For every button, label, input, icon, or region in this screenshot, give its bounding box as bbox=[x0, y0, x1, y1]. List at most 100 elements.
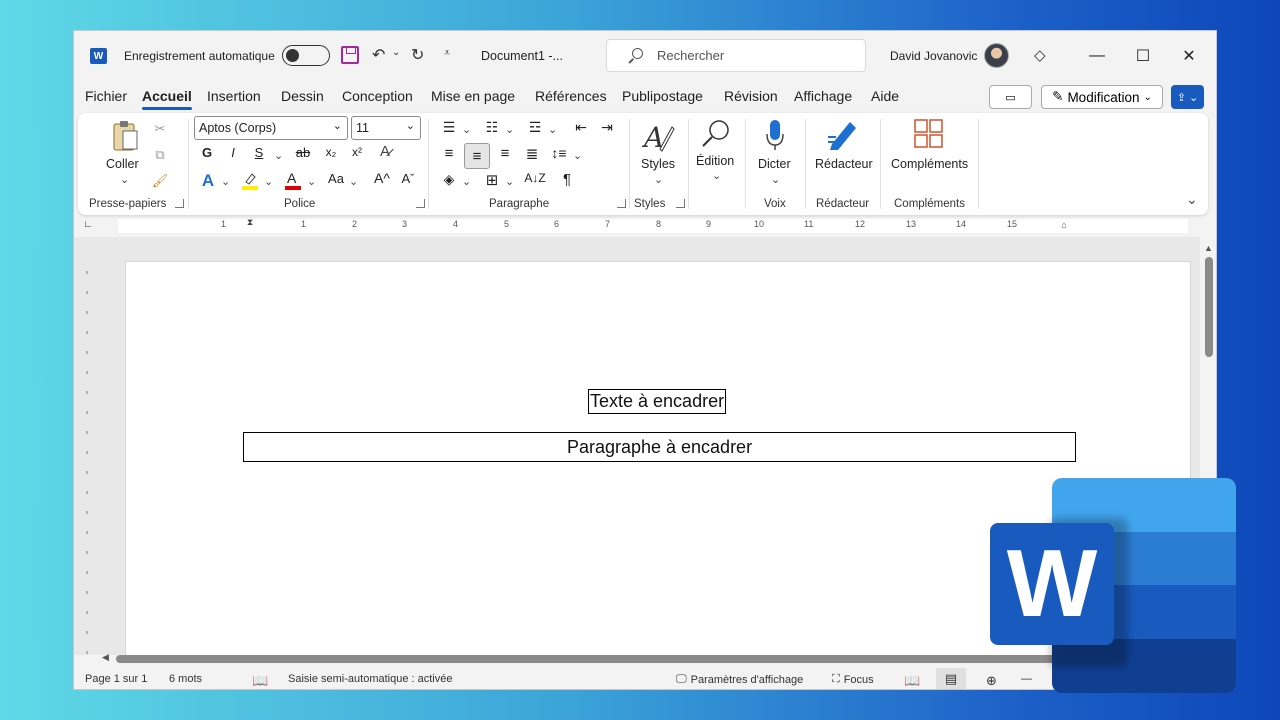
clipboard-launcher-icon[interactable] bbox=[175, 199, 184, 208]
numbering-dropdown-icon[interactable]: ⌄ bbox=[505, 123, 514, 136]
tab-aide[interactable]: Aide bbox=[871, 88, 899, 104]
undo-icon[interactable]: ↶ bbox=[372, 45, 385, 65]
paste-label[interactable]: Coller bbox=[106, 157, 139, 171]
text-effects-dropdown-icon[interactable]: ⌄ bbox=[221, 175, 230, 188]
highlight-dropdown-icon[interactable]: ⌄ bbox=[264, 175, 273, 188]
increase-indent-icon[interactable]: ⇥ bbox=[596, 119, 618, 136]
underline-button[interactable]: S bbox=[250, 145, 268, 160]
shading-dropdown-icon[interactable]: ⌄ bbox=[462, 175, 471, 188]
sort-icon[interactable]: A↓Z bbox=[524, 171, 546, 185]
shrink-font-icon[interactable]: Aˇ bbox=[398, 171, 418, 186]
tab-accueil[interactable]: Accueil bbox=[142, 88, 192, 110]
minimize-icon[interactable]: — bbox=[1074, 41, 1120, 71]
ribbon-expand-chevron-icon[interactable]: ⌄ bbox=[1186, 191, 1198, 208]
shading-icon[interactable]: ◈ bbox=[438, 171, 460, 188]
align-left-icon[interactable]: ≡ bbox=[438, 145, 460, 162]
underline-dropdown-icon[interactable]: ⌄ bbox=[274, 149, 283, 162]
editing-label[interactable]: Édition bbox=[696, 154, 734, 168]
undo-dropdown-icon[interactable]: ⌄ bbox=[392, 47, 400, 58]
align-right-icon[interactable]: ≡ bbox=[494, 145, 516, 162]
styles-dropdown-icon[interactable]: ⌄ bbox=[654, 173, 663, 186]
tab-selector-icon[interactable]: ∟ bbox=[82, 219, 94, 230]
multilevel-dropdown-icon[interactable]: ⌄ bbox=[548, 123, 557, 136]
show-formatting-icon[interactable]: ¶ bbox=[556, 171, 578, 188]
change-case-dropdown-icon[interactable]: ⌄ bbox=[349, 175, 358, 188]
find-icon[interactable] bbox=[698, 117, 734, 151]
tab-dessin[interactable]: Dessin bbox=[281, 88, 324, 104]
bullets-dropdown-icon[interactable]: ⌄ bbox=[462, 123, 471, 136]
addins-icon[interactable] bbox=[914, 119, 944, 149]
focus-button[interactable]: ⛶ Focus bbox=[832, 673, 874, 686]
display-settings-button[interactable]: 🖵 Paramètres d'affichage bbox=[676, 673, 803, 686]
decrease-indent-icon[interactable]: ⇤ bbox=[570, 119, 592, 136]
line-spacing-icon[interactable]: ↕≡ bbox=[548, 145, 570, 161]
styles-icon[interactable]: A bbox=[642, 119, 676, 155]
autosave-toggle[interactable] bbox=[282, 45, 330, 66]
scroll-up-icon[interactable]: ▲ bbox=[1204, 243, 1213, 253]
maximize-icon[interactable]: ☐ bbox=[1120, 41, 1166, 71]
comments-button[interactable]: ▭ bbox=[989, 85, 1032, 109]
user-avatar[interactable] bbox=[984, 43, 1009, 68]
line-spacing-dropdown-icon[interactable]: ⌄ bbox=[573, 149, 582, 162]
editing-mode-button[interactable]: ✎ Modification ⌄ bbox=[1041, 85, 1163, 109]
clear-formatting-icon[interactable]: A̷ bbox=[374, 143, 396, 160]
proofing-book-icon[interactable]: 📖 bbox=[252, 673, 268, 689]
text-effects-icon[interactable]: A bbox=[198, 171, 218, 191]
bold-button[interactable]: G bbox=[198, 145, 216, 160]
styles-label[interactable]: Styles bbox=[641, 157, 675, 171]
user-name[interactable]: David Jovanovic bbox=[890, 49, 977, 63]
format-painter-icon[interactable]: 🖌 bbox=[150, 171, 170, 191]
editing-dropdown-icon[interactable]: ⌄ bbox=[712, 169, 721, 182]
align-center-icon[interactable]: ≡ bbox=[464, 143, 490, 169]
bullets-icon[interactable]: ☰ bbox=[438, 119, 460, 136]
superscript-button[interactable]: x² bbox=[348, 145, 366, 159]
tab-fichier[interactable]: Fichier bbox=[85, 88, 127, 104]
font-name-select[interactable]: Aptos (Corps) bbox=[194, 116, 348, 140]
autocomplete-status[interactable]: Saisie semi-automatique : activée bbox=[288, 673, 452, 685]
font-color-dropdown-icon[interactable]: ⌄ bbox=[307, 175, 316, 188]
paragraph-launcher-icon[interactable] bbox=[617, 199, 626, 208]
word-count[interactable]: 6 mots bbox=[169, 673, 202, 685]
multilevel-list-icon[interactable]: ☲ bbox=[524, 119, 546, 136]
dictate-label[interactable]: Dicter bbox=[758, 157, 791, 171]
borders-icon[interactable]: ⊞ bbox=[481, 171, 503, 189]
ruler-track[interactable] bbox=[118, 219, 1188, 233]
vertical-ruler[interactable] bbox=[80, 261, 94, 661]
change-case-button[interactable]: Aa bbox=[325, 171, 347, 186]
font-color-icon[interactable]: A bbox=[283, 169, 303, 191]
addins-label[interactable]: Compléments bbox=[891, 157, 968, 171]
dictate-dropdown-icon[interactable]: ⌄ bbox=[771, 173, 780, 186]
justify-icon[interactable]: ≣ bbox=[521, 145, 543, 163]
tab-insertion[interactable]: Insertion bbox=[207, 88, 261, 104]
boxed-text[interactable]: Texte à encadrer bbox=[588, 389, 727, 414]
paste-dropdown-icon[interactable]: ⌄ bbox=[120, 173, 129, 186]
scroll-left-icon[interactable]: ◀ bbox=[102, 652, 109, 663]
styles-launcher-icon[interactable] bbox=[676, 199, 685, 208]
copy-icon[interactable]: ⧉ bbox=[150, 145, 170, 165]
redo-icon[interactable]: ↻ bbox=[411, 45, 424, 65]
tab-affichage[interactable]: Affichage bbox=[794, 88, 852, 104]
customize-toolbar-icon[interactable]: ⩡ bbox=[444, 47, 450, 60]
read-mode-icon[interactable]: 📖 bbox=[904, 673, 920, 689]
premium-diamond-icon[interactable]: ◇ bbox=[1034, 46, 1046, 64]
tab-revision[interactable]: Révision bbox=[724, 88, 778, 104]
right-indent-marker-icon[interactable]: ⌂ bbox=[1058, 220, 1070, 230]
editor-label[interactable]: Rédacteur bbox=[815, 157, 873, 171]
tab-references[interactable]: Références bbox=[535, 88, 607, 104]
page-count[interactable]: Page 1 sur 1 bbox=[85, 673, 147, 685]
numbering-icon[interactable]: ☷ bbox=[481, 119, 503, 136]
tab-conception[interactable]: Conception bbox=[342, 88, 413, 104]
microphone-icon[interactable] bbox=[762, 117, 788, 153]
italic-button[interactable]: I bbox=[224, 145, 242, 160]
paste-icon[interactable] bbox=[109, 119, 143, 153]
highlight-icon[interactable] bbox=[239, 169, 261, 191]
boxed-paragraph[interactable]: Paragraphe à encadrer bbox=[243, 432, 1076, 462]
cut-icon[interactable]: ✂ bbox=[150, 119, 170, 139]
editor-icon[interactable] bbox=[826, 117, 860, 153]
tab-mise-en-page[interactable]: Mise en page bbox=[431, 88, 515, 104]
horizontal-scroll-thumb[interactable] bbox=[116, 655, 1116, 663]
borders-dropdown-icon[interactable]: ⌄ bbox=[505, 175, 514, 188]
share-button[interactable]: ⇪ ⌄ bbox=[1171, 85, 1204, 109]
document-title[interactable]: Document1 -... bbox=[481, 49, 563, 63]
save-icon[interactable] bbox=[341, 46, 359, 64]
